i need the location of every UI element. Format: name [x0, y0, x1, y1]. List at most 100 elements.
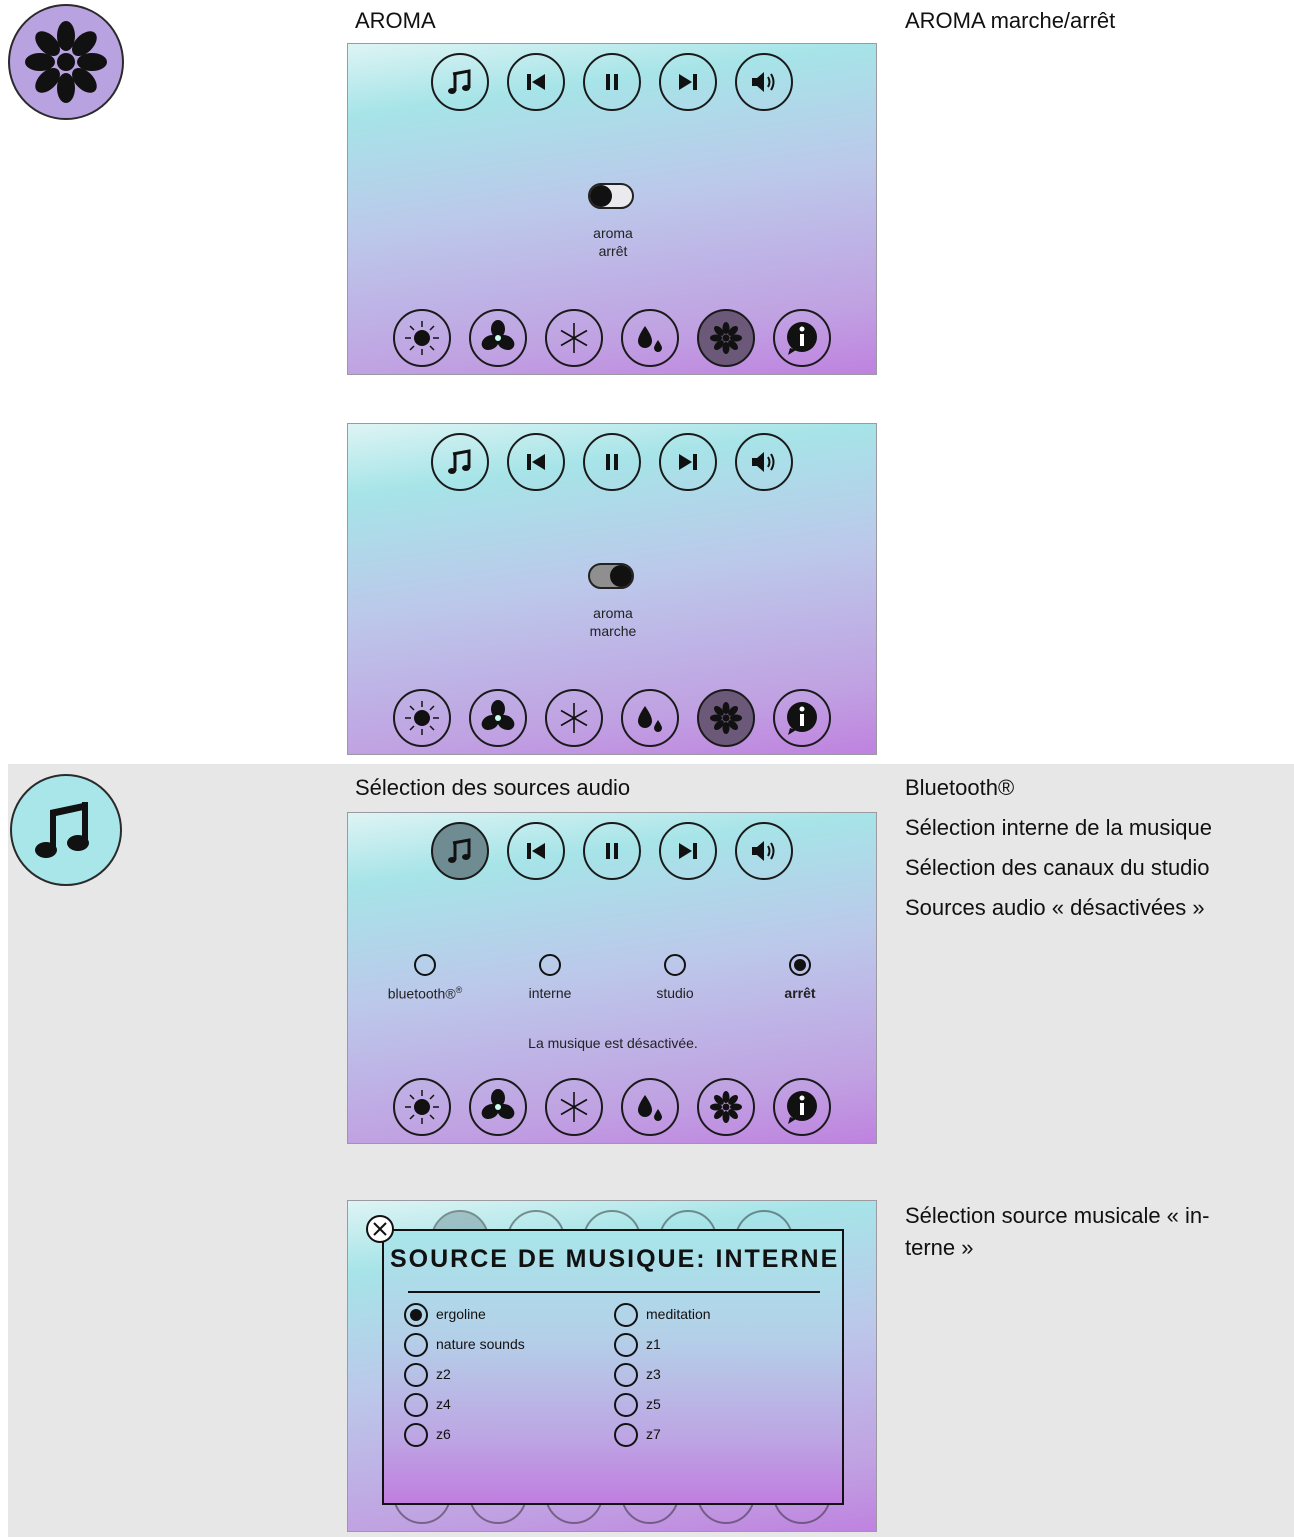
- audio-note-internal: Sélection interne de la musique: [905, 815, 1212, 840]
- previous-track-button[interactable]: [507, 53, 565, 111]
- option-radio[interactable]: [404, 1423, 428, 1447]
- option-radio[interactable]: [404, 1363, 428, 1387]
- music-note-icon: [10, 774, 122, 886]
- info-icon: [787, 1091, 817, 1124]
- internal-source-screen: SOURCE DE MUSIQUE: INTERNE ergoline medi…: [347, 1200, 877, 1532]
- option-label: meditation: [646, 1306, 711, 1322]
- snowflake-icon: [560, 323, 588, 353]
- option-radio[interactable]: [404, 1333, 428, 1357]
- aroma-on-screen: aroma marche: [347, 423, 877, 755]
- volume-icon: [752, 72, 775, 92]
- audio-note-studio: Sélection des canaux du studio: [905, 855, 1210, 880]
- next-track-button[interactable]: [659, 822, 717, 880]
- aroma-toggle[interactable]: [588, 563, 634, 589]
- pause-button[interactable]: [583, 433, 641, 491]
- next-track-icon: [679, 843, 697, 859]
- tanning-button[interactable]: [393, 309, 451, 367]
- aroma-button[interactable]: [697, 309, 755, 367]
- source-radio-arret[interactable]: [789, 954, 811, 976]
- source-radio-bluetooth[interactable]: [414, 954, 436, 976]
- aqua-button[interactable]: [621, 1078, 679, 1136]
- ventilation-button[interactable]: [469, 1078, 527, 1136]
- option-label: nature sounds: [436, 1336, 525, 1352]
- aqua-button[interactable]: [621, 309, 679, 367]
- aroma-flower-icon: [710, 702, 742, 734]
- previous-track-icon: [527, 74, 545, 90]
- aroma-toggle[interactable]: [588, 183, 634, 209]
- music-source-button[interactable]: [431, 433, 489, 491]
- info-button[interactable]: [773, 309, 831, 367]
- sun-icon: [405, 1090, 439, 1124]
- aroma-button[interactable]: [697, 1078, 755, 1136]
- next-track-button[interactable]: [659, 433, 717, 491]
- music-source-dialog: SOURCE DE MUSIQUE: INTERNE ergoline medi…: [382, 1229, 844, 1505]
- pause-icon: [606, 843, 618, 859]
- tanning-button[interactable]: [393, 689, 451, 747]
- pause-icon: [606, 74, 618, 90]
- source-label-interne: interne: [528, 985, 572, 1001]
- volume-button[interactable]: [735, 433, 793, 491]
- option-radio[interactable]: [614, 1303, 638, 1327]
- music-source-button[interactable]: [431, 822, 489, 880]
- option-radio[interactable]: [614, 1333, 638, 1357]
- source-radio-studio[interactable]: [664, 954, 686, 976]
- volume-button[interactable]: [735, 53, 793, 111]
- source-label-arret: arrêt: [784, 985, 816, 1001]
- option-radio[interactable]: [404, 1393, 428, 1417]
- fan-icon: [481, 700, 515, 731]
- previous-track-icon: [527, 843, 545, 859]
- audio-sources-screen: bluetooth®® interne studio arrêt La musi…: [347, 812, 877, 1144]
- info-button[interactable]: [773, 689, 831, 747]
- water-drops-icon: [638, 706, 662, 732]
- music-note-icon: [448, 69, 471, 94]
- info-icon: [787, 702, 817, 735]
- option-radio[interactable]: [614, 1423, 638, 1447]
- toggle-label-state: marche: [589, 623, 637, 639]
- cooling-button[interactable]: [545, 689, 603, 747]
- aroma-flower-icon: [710, 322, 742, 354]
- option-label: z2: [436, 1366, 451, 1382]
- info-button[interactable]: [773, 1078, 831, 1136]
- pause-button[interactable]: [583, 822, 641, 880]
- next-track-icon: [679, 74, 697, 90]
- music-source-button[interactable]: [431, 53, 489, 111]
- aqua-button[interactable]: [621, 689, 679, 747]
- cooling-button[interactable]: [545, 309, 603, 367]
- cooling-button[interactable]: [545, 1078, 603, 1136]
- source-radio-interne[interactable]: [539, 954, 561, 976]
- fan-icon: [481, 320, 515, 351]
- audio-note-off: Sources audio « désactivées »: [905, 895, 1205, 920]
- sun-icon: [405, 321, 439, 355]
- pause-icon: [606, 454, 618, 470]
- water-drops-icon: [638, 1095, 662, 1121]
- pause-button[interactable]: [583, 53, 641, 111]
- music-note-icon: [448, 449, 471, 474]
- audio-heading: Sélection des sources audio: [355, 775, 631, 800]
- aroma-button[interactable]: [697, 689, 755, 747]
- volume-button[interactable]: [735, 822, 793, 880]
- option-radio[interactable]: [614, 1363, 638, 1387]
- music-status-message: La musique est désactivée.: [528, 1035, 698, 1051]
- option-label: z1: [646, 1336, 661, 1352]
- previous-track-button[interactable]: [507, 822, 565, 880]
- volume-icon: [752, 452, 775, 472]
- ventilation-button[interactable]: [469, 309, 527, 367]
- previous-track-button[interactable]: [507, 433, 565, 491]
- tanning-button[interactable]: [393, 1078, 451, 1136]
- toggle-label-aroma: aroma: [593, 605, 633, 621]
- toggle-label-aroma: aroma: [593, 225, 633, 241]
- dialog-divider: [408, 1291, 820, 1293]
- snowflake-icon: [560, 703, 588, 733]
- ventilation-button[interactable]: [469, 689, 527, 747]
- option-radio[interactable]: [614, 1393, 638, 1417]
- option-radio[interactable]: [404, 1303, 428, 1327]
- option-label: z4: [436, 1396, 451, 1412]
- close-icon: [373, 1222, 387, 1236]
- aroma-note: AROMA marche/arrêt: [905, 8, 1116, 33]
- close-dialog-button[interactable]: [366, 1215, 394, 1243]
- option-label: z6: [436, 1426, 451, 1442]
- water-drops-icon: [638, 326, 662, 352]
- next-track-button[interactable]: [659, 53, 717, 111]
- snowflake-icon: [560, 1092, 588, 1122]
- volume-icon: [752, 841, 775, 861]
